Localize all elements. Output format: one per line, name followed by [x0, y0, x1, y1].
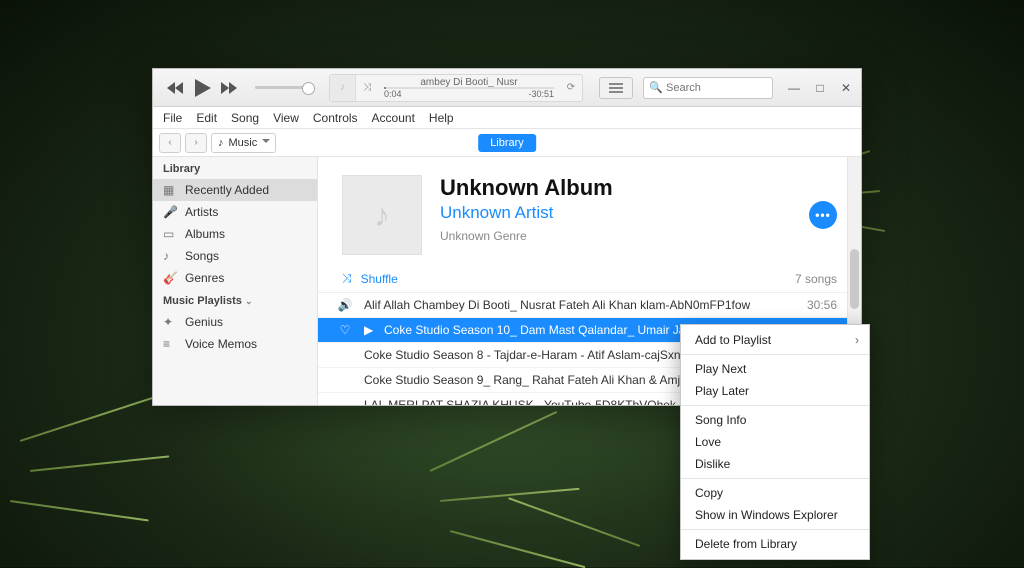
close-button[interactable]: ✕: [837, 81, 855, 95]
sidebar-item-genres[interactable]: 🎸Genres: [153, 267, 317, 289]
now-playing-art-icon: ♪: [330, 75, 356, 101]
album-header: ♪ Unknown Album Unknown Artist Unknown G…: [318, 157, 861, 265]
menu-song[interactable]: Song: [231, 111, 259, 125]
search-icon: 🔍: [649, 81, 663, 94]
maximize-button[interactable]: □: [811, 81, 829, 95]
menu-controls[interactable]: Controls: [313, 111, 358, 125]
track-title: LAL MERI PAT SHAZIA KHUSK - YouTube-5D8K…: [364, 398, 676, 405]
play-button[interactable]: [195, 79, 211, 97]
shuffle-label[interactable]: Shuffle: [361, 272, 398, 286]
sidebar-item-recently-added[interactable]: ▦Recently Added: [153, 179, 317, 201]
ctx-delete[interactable]: Delete from Library: [681, 533, 869, 555]
shuffle-icon[interactable]: ⤨: [356, 82, 378, 93]
context-menu: Add to Playlist Play Next Play Later Son…: [680, 324, 870, 560]
scrollbar-thumb[interactable]: [850, 249, 859, 309]
sub-toolbar: ‹ › ♪ Music Library: [153, 129, 861, 157]
album-artist[interactable]: Unknown Artist: [440, 203, 613, 223]
search-field[interactable]: 🔍: [643, 77, 773, 99]
music-note-icon: ♪: [163, 249, 177, 263]
media-selector[interactable]: ♪ Music: [211, 133, 276, 153]
album-icon: ▭: [163, 227, 177, 241]
shuffle-icon[interactable]: ⤨: [342, 271, 352, 286]
remaining-time: -30:51: [528, 89, 554, 99]
ctx-add-to-playlist[interactable]: Add to Playlist: [681, 329, 869, 351]
forward-button[interactable]: ›: [185, 133, 207, 153]
microphone-icon: 🎤: [163, 205, 177, 219]
play-icon: ▶: [364, 323, 374, 337]
menu-bar: File Edit Song View Controls Account Hel…: [153, 107, 861, 129]
window-controls: — □ ✕: [785, 81, 855, 95]
ctx-song-info[interactable]: Song Info: [681, 409, 869, 431]
sidebar-section-library: Library: [153, 157, 317, 179]
menu-help[interactable]: Help: [429, 111, 454, 125]
volume-slider[interactable]: [255, 86, 309, 89]
menu-view[interactable]: View: [273, 111, 299, 125]
sidebar-item-albums[interactable]: ▭Albums: [153, 223, 317, 245]
track-title: Alif Allah Chambey Di Booti_ Nusrat Fate…: [364, 298, 750, 312]
back-button[interactable]: ‹: [159, 133, 181, 153]
sidebar-section-playlists[interactable]: Music Playlists ⌄: [153, 289, 317, 311]
library-tab[interactable]: Library: [478, 134, 536, 152]
track-row[interactable]: 🔊 Alif Allah Chambey Di Booti_ Nusrat Fa…: [318, 293, 861, 318]
repeat-icon[interactable]: ⟳: [560, 82, 582, 93]
guitar-icon: 🎸: [163, 271, 177, 285]
elapsed-time: 0:04: [384, 89, 402, 99]
minimize-button[interactable]: —: [785, 81, 803, 95]
menu-edit[interactable]: Edit: [196, 111, 217, 125]
ctx-play-later[interactable]: Play Later: [681, 380, 869, 402]
heart-icon[interactable]: ♡: [336, 323, 354, 337]
sidebar: Library ▦Recently Added 🎤Artists ▭Albums…: [153, 157, 318, 405]
track-duration: 30:56: [807, 298, 837, 312]
ctx-love[interactable]: Love: [681, 431, 869, 453]
media-selector-label: Music: [229, 137, 258, 149]
song-count: 7 songs: [795, 272, 837, 286]
album-genre: Unknown Genre: [440, 229, 613, 243]
ctx-show-explorer[interactable]: Show in Windows Explorer: [681, 504, 869, 526]
track-title: Coke Studio Season 9_ Rang_ Rahat Fateh …: [364, 373, 687, 387]
playback-controls: [159, 79, 317, 97]
track-title: Coke Studio Season 10_ Dam Mast Qalandar…: [384, 323, 710, 337]
genius-icon: ✦: [163, 315, 177, 329]
previous-track-button[interactable]: [167, 82, 185, 94]
ctx-play-next[interactable]: Play Next: [681, 358, 869, 380]
sidebar-item-artists[interactable]: 🎤Artists: [153, 201, 317, 223]
now-playing-display[interactable]: ♪ ⤨ ambey Di Booti_ Nusr 0:04 -30:51 ⟳: [329, 74, 583, 102]
album-artwork[interactable]: ♪: [342, 175, 422, 255]
chevron-down-icon: ⌄: [245, 296, 253, 306]
ctx-dislike[interactable]: Dislike: [681, 453, 869, 475]
sidebar-item-genius[interactable]: ✦Genius: [153, 311, 317, 333]
menu-file[interactable]: File: [163, 111, 182, 125]
music-note-icon: ♪: [218, 137, 224, 149]
sidebar-item-voice-memos[interactable]: ≡Voice Memos: [153, 333, 317, 355]
track-title: Coke Studio Season 8 - Tajdar-e-Haram - …: [364, 348, 681, 362]
ctx-copy[interactable]: Copy: [681, 482, 869, 504]
list-view-button[interactable]: [599, 77, 633, 99]
menu-account[interactable]: Account: [372, 111, 415, 125]
shuffle-row: ⤨ Shuffle 7 songs: [318, 265, 861, 293]
clock-grid-icon: ▦: [163, 183, 177, 197]
album-title: Unknown Album: [440, 175, 613, 201]
more-options-button[interactable]: •••: [809, 201, 837, 229]
titlebar: ♪ ⤨ ambey Di Booti_ Nusr 0:04 -30:51 ⟳ 🔍…: [153, 69, 861, 107]
waveform-icon: ≡: [163, 337, 177, 351]
sidebar-item-songs[interactable]: ♪Songs: [153, 245, 317, 267]
speaker-icon: 🔊: [336, 298, 354, 312]
next-track-button[interactable]: [221, 82, 239, 94]
